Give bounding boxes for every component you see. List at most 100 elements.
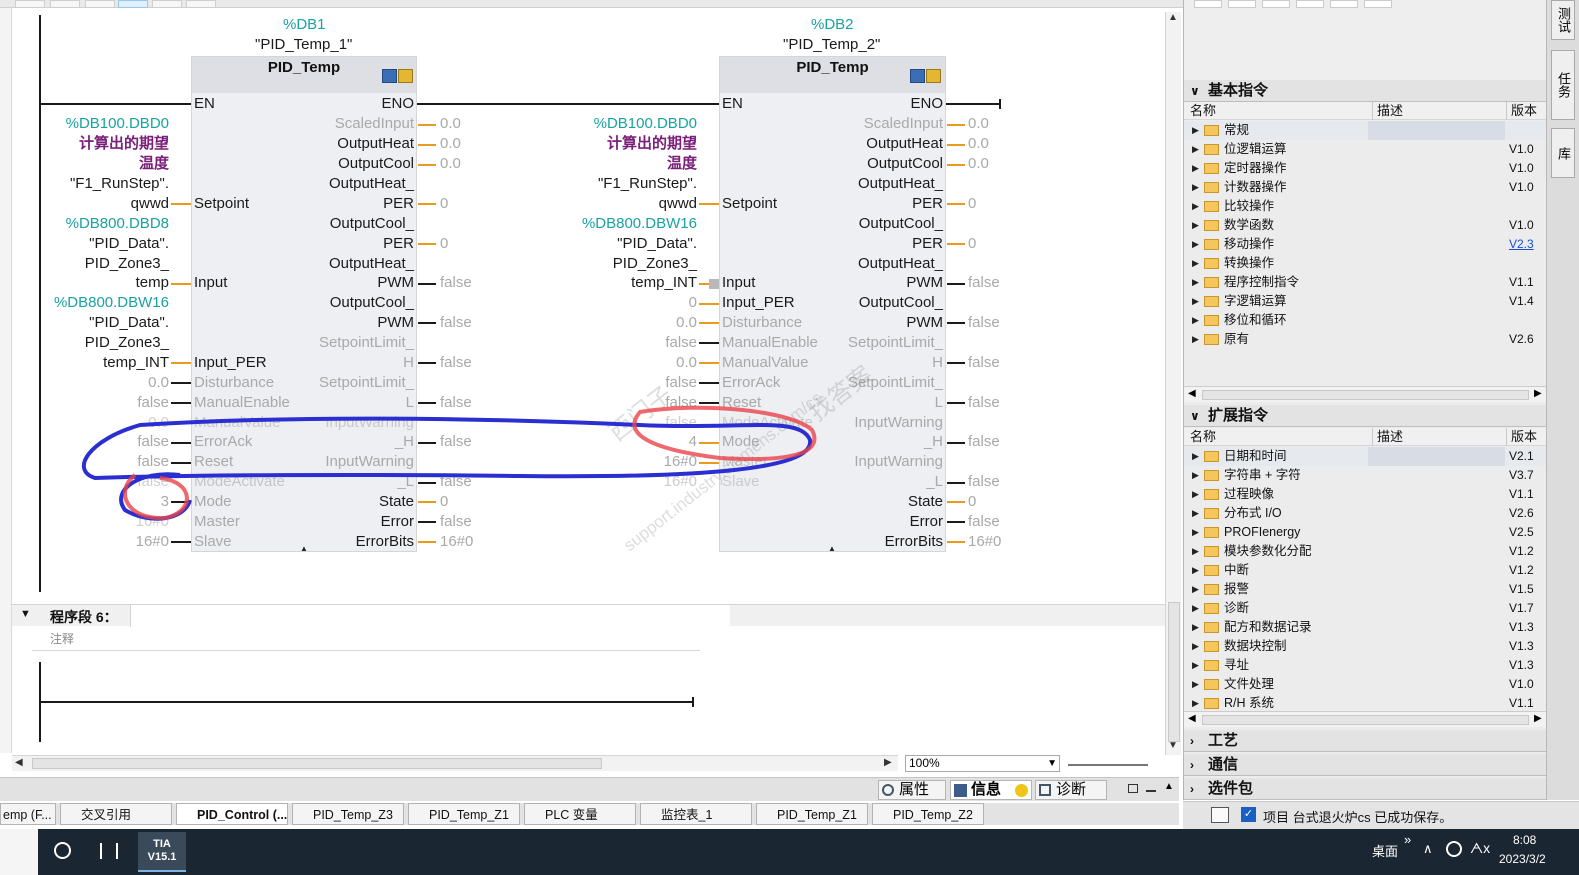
editor-vertical-scrollbar[interactable]: ▲ ▼: [1165, 12, 1181, 755]
editor-horizontal-scrollbar[interactable]: ◀ ▶: [12, 755, 898, 771]
extended-instruction-row[interactable]: ▶ 报警 V1.5: [1184, 580, 1547, 599]
chevron-right-icon[interactable]: ›: [1190, 730, 1194, 752]
expand-arrow-icon[interactable]: ▶: [1192, 330, 1199, 349]
scroll-up-icon[interactable]: ▲: [1168, 12, 1178, 23]
network6-header[interactable]: ▼ 程序段 6：: [12, 604, 1166, 627]
section-options[interactable]: › 选件包: [1184, 778, 1547, 800]
scroll-thumb[interactable]: [1168, 602, 1180, 742]
scroll-thumb[interactable]: [1202, 715, 1529, 725]
basic-instruction-row[interactable]: ▶ 字逻辑运算 V1.4: [1184, 292, 1547, 311]
chevron-up-icon[interactable]: ▲: [1164, 781, 1174, 792]
collapse-triangle-icon[interactable]: ▼: [20, 608, 31, 620]
editor-tab[interactable]: PID_Temp_Z2: [872, 803, 984, 825]
toolbar-button[interactable]: [1364, 0, 1392, 8]
col-name[interactable]: 名称: [1190, 428, 1216, 446]
expand-arrow-icon[interactable]: ▶: [1192, 485, 1199, 504]
chevron-right-icon[interactable]: ›: [1190, 754, 1194, 776]
toolbar-button[interactable]: [1262, 0, 1290, 8]
basic-instruction-row[interactable]: ▶ 移动操作 V2.3: [1184, 235, 1547, 254]
extended-instructions-header[interactable]: ∨ 扩展指令: [1184, 405, 1547, 427]
expand-arrow-icon[interactable]: ▶: [1192, 235, 1199, 254]
scroll-left-icon[interactable]: ◀: [1188, 713, 1196, 724]
expand-arrow-icon[interactable]: ▶: [1192, 504, 1199, 523]
expand-arrow-icon[interactable]: ▶: [1192, 675, 1199, 694]
clock-time[interactable]: 8:08: [1513, 833, 1536, 847]
expand-arrow-icon[interactable]: ▶: [1192, 656, 1199, 675]
side-tab-test[interactable]: 测试: [1551, 0, 1575, 40]
col-ver[interactable]: 版本: [1506, 428, 1537, 446]
basic-instruction-version[interactable]: V2.3: [1509, 235, 1534, 254]
chevron-down-icon[interactable]: ▼: [1047, 756, 1057, 771]
network6-title-field[interactable]: [130, 605, 730, 627]
extended-instruction-row[interactable]: ▶ 中断 V1.2: [1184, 561, 1547, 580]
zoom-select[interactable]: 100% ▼: [905, 755, 1060, 772]
expand-arrow-icon[interactable]: ▶: [1192, 121, 1199, 140]
scroll-thumb[interactable]: [32, 758, 602, 769]
editor-tab[interactable]: emp (F...: [0, 803, 56, 825]
expand-arrow-icon[interactable]: ▶: [1192, 542, 1199, 561]
expand-arrow-icon[interactable]: ▶: [1192, 273, 1199, 292]
basic-instruction-row[interactable]: ▶ 移位和循环: [1184, 311, 1547, 330]
extended-instruction-row[interactable]: ▶ 文件处理 V1.0: [1184, 675, 1547, 694]
scroll-down-icon[interactable]: ▼: [1168, 740, 1178, 751]
basic-instruction-row[interactable]: ▶ 计数器操作 V1.0: [1184, 178, 1547, 197]
globe-icon[interactable]: [1446, 841, 1462, 857]
editor-tab[interactable]: PID_Temp_Z1: [408, 803, 520, 825]
editor-tab[interactable]: PLC 变量: [524, 803, 636, 825]
start-button[interactable]: [0, 829, 38, 875]
expand-arrow-icon[interactable]: ▶: [1192, 254, 1199, 273]
info-tab[interactable]: 信息: [950, 780, 1032, 800]
extended-instruction-row[interactable]: ▶ 寻址 V1.3: [1184, 656, 1547, 675]
basic-hscroll[interactable]: ◀ ▶: [1184, 386, 1547, 402]
col-desc[interactable]: 描述: [1372, 428, 1403, 446]
extended-instruction-row[interactable]: ▶ 配方和数据记录 V1.3: [1184, 618, 1547, 637]
section-communication[interactable]: › 通信: [1184, 754, 1547, 776]
basic-instruction-row[interactable]: ▶ 位逻辑运算 V1.0: [1184, 140, 1547, 159]
extended-instruction-row[interactable]: ▶ PROFIenergy V2.5: [1184, 523, 1547, 542]
search-circle-icon[interactable]: [54, 842, 71, 859]
expand-arrow-icon[interactable]: ▶: [1192, 637, 1199, 656]
scroll-right-icon[interactable]: ▶: [884, 757, 892, 768]
expand-arrow-icon[interactable]: ▶: [1192, 599, 1199, 618]
basic-instruction-row[interactable]: ▶ 数学函数 V1.0: [1184, 216, 1547, 235]
volume-mute-icon[interactable]: ᗅx: [1470, 840, 1490, 857]
scroll-right-icon[interactable]: ▶: [1534, 713, 1542, 724]
basic-instruction-row[interactable]: ▶ 常规: [1184, 121, 1547, 140]
extended-instruction-row[interactable]: ▶ 分布式 I/O V2.6: [1184, 504, 1547, 523]
task-view-icon[interactable]: [100, 843, 118, 859]
chevron-right-icon[interactable]: ›: [1190, 778, 1194, 800]
expand-arrow-icon[interactable]: ▶: [1192, 159, 1199, 178]
col-ver[interactable]: 版本: [1506, 102, 1537, 120]
tray-chevron-up-icon[interactable]: ∧: [1423, 841, 1433, 857]
properties-tab[interactable]: 属性: [878, 780, 946, 800]
expand-arrow-icon[interactable]: ▶: [1192, 197, 1199, 216]
desktop-chevron-icon[interactable]: »: [1404, 832, 1411, 847]
editor-tab[interactable]: PID_Control (...: [176, 803, 288, 825]
extended-instruction-row[interactable]: ▶ 字符串 + 字符 V3.7: [1184, 466, 1547, 485]
expand-arrow-icon[interactable]: ▶: [1192, 311, 1199, 330]
editor-tab[interactable]: PID_Temp_Z3: [292, 803, 404, 825]
expand-arrow-icon[interactable]: ▶: [1192, 618, 1199, 637]
chevron-down-icon[interactable]: ∨: [1190, 80, 1200, 102]
basic-instruction-row[interactable]: ▶ 转换操作: [1184, 254, 1547, 273]
minimize-icon[interactable]: [1146, 790, 1156, 792]
toolbar-button[interactable]: [1194, 0, 1222, 8]
restore-window-icon[interactable]: [1128, 784, 1138, 793]
side-tab-library[interactable]: 库: [1551, 128, 1575, 178]
expand-arrow-icon[interactable]: ▶: [1192, 447, 1199, 466]
editor-tab[interactable]: 交叉引用: [60, 803, 172, 825]
basic-instruction-row[interactable]: ▶ 比较操作: [1184, 197, 1547, 216]
clock-date[interactable]: 2023/3/2: [1499, 852, 1546, 866]
basic-instruction-row[interactable]: ▶ 定时器操作 V1.0: [1184, 159, 1547, 178]
toolbar-button[interactable]: [1228, 0, 1256, 8]
scroll-left-icon[interactable]: ◀: [15, 757, 23, 768]
expand-arrow-icon[interactable]: ▶: [1192, 178, 1199, 197]
basic-instruction-row[interactable]: ▶ 程序控制指令 V1.1: [1184, 273, 1547, 292]
col-name[interactable]: 名称: [1190, 102, 1216, 120]
chevron-down-icon[interactable]: ∨: [1190, 405, 1200, 427]
section-technology[interactable]: › 工艺: [1184, 730, 1547, 752]
expand-arrow-icon[interactable]: ▶: [1192, 140, 1199, 159]
expand-arrow-icon[interactable]: ▶: [1192, 523, 1199, 542]
extended-instruction-row[interactable]: ▶ 诊断 V1.7: [1184, 599, 1547, 618]
extended-hscroll[interactable]: ◀ ▶: [1184, 711, 1547, 727]
